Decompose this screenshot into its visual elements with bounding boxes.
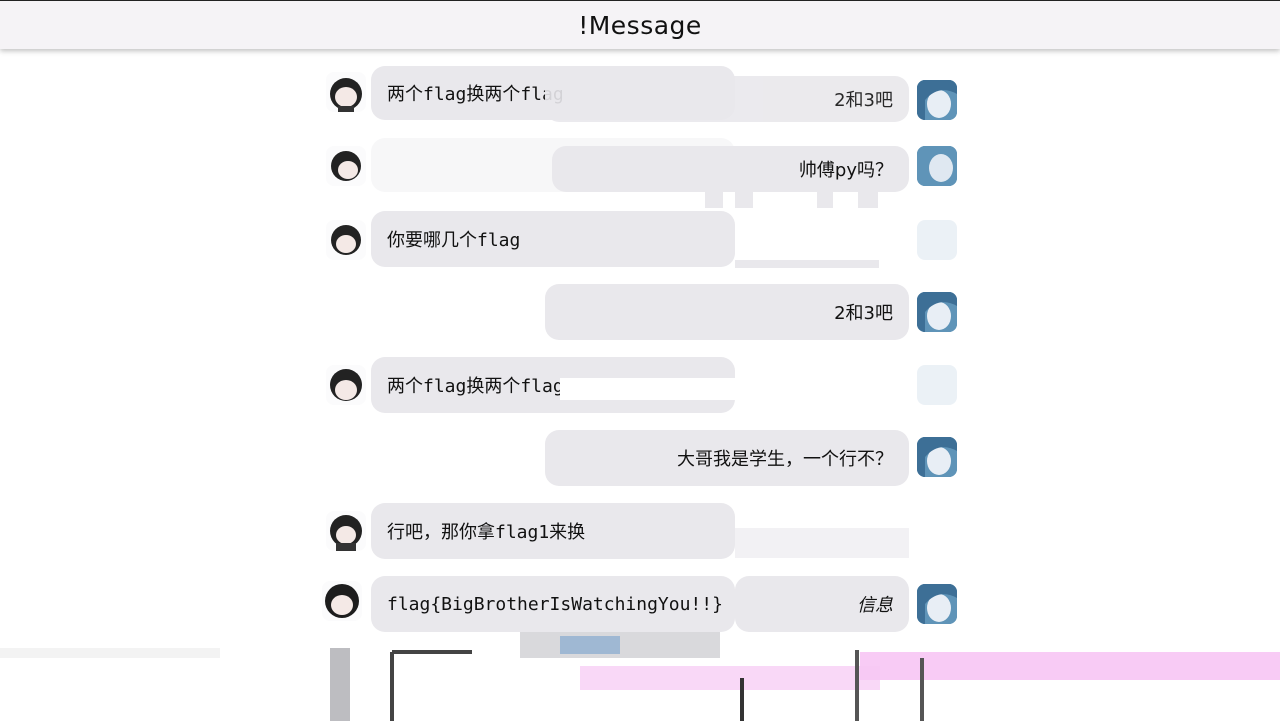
glitch-block — [705, 192, 723, 208]
glitch-band — [580, 666, 880, 690]
message-bubble-2[interactable]: 2和3吧 — [545, 76, 909, 122]
girl-avatar-icon — [326, 72, 366, 112]
message-bubble-3[interactable]: 帅傅py吗？ — [552, 146, 909, 192]
glitch-block — [560, 378, 735, 400]
message-text: 你要哪几个flag — [387, 230, 521, 251]
blue-hair-avatar-icon — [917, 146, 957, 186]
blue-hair-avatar-icon — [917, 80, 957, 120]
glitch-block — [735, 260, 879, 268]
blue-hair-avatar-icon — [917, 220, 957, 260]
girl-avatar-icon — [326, 146, 366, 186]
message-text: 帅傅py吗？ — [798, 160, 893, 181]
message-text: 两个flag换两个flag — [387, 84, 564, 105]
message-text: 行吧，那你拿flag1来换 — [387, 522, 586, 543]
blue-hair-avatar-icon — [917, 365, 957, 405]
message-text: flag{BigBrotherIsWatchingYou!!} — [387, 593, 723, 615]
glitch-band — [560, 636, 620, 654]
glitch-band — [390, 652, 394, 721]
blue-hair-avatar-icon — [917, 292, 957, 332]
message-bubble-7[interactable]: 大哥我是学生，一个行不？ — [545, 430, 909, 486]
glitch-block — [858, 192, 878, 208]
glitch-block — [735, 528, 909, 558]
message-text: 两个flag换两个flag — [387, 376, 564, 397]
girl-avatar-icon — [326, 511, 366, 551]
glitch-band — [392, 650, 472, 654]
girl-avatar-icon — [322, 438, 362, 478]
glitch-band — [330, 648, 350, 721]
message-bubble-5[interactable]: 2和3吧 — [545, 284, 909, 340]
blue-hair-avatar-icon — [917, 584, 957, 624]
glitch-block — [735, 192, 753, 208]
title-bar: !Message — [0, 0, 1280, 49]
girl-avatar-icon — [322, 581, 362, 621]
message-bubble-8[interactable]: 行吧，那你拿flag1来换 — [371, 503, 735, 559]
glitch-band — [920, 658, 924, 721]
message-bubble-9[interactable]: flag{BigBrotherIsWatchingYou!!} — [371, 576, 735, 632]
girl-avatar-icon — [326, 294, 366, 334]
chat-area[interactable]: 两个flag换两个flag 2和3吧 帅傅py吗？ 你要哪几个flag 2和3吧… — [0, 48, 1280, 721]
window-title: !Message — [578, 10, 702, 40]
message-text: 大哥我是学生，一个行不？ — [677, 449, 893, 470]
blue-hair-avatar-icon — [917, 437, 957, 477]
message-text: 2和3吧 — [834, 90, 893, 111]
glitch-block — [817, 192, 833, 208]
glitch-band — [855, 650, 859, 721]
glitch-band — [520, 632, 720, 658]
glitch-band — [0, 648, 220, 658]
message-text: 信息 — [857, 595, 893, 616]
message-bubble-4[interactable]: 你要哪几个flag — [371, 211, 735, 267]
message-text: 2和3吧 — [834, 303, 893, 324]
message-bubble-10[interactable]: 信息 — [735, 576, 909, 632]
girl-avatar-icon — [326, 220, 366, 260]
girl-avatar-icon — [326, 365, 366, 405]
glitch-band — [740, 678, 744, 721]
